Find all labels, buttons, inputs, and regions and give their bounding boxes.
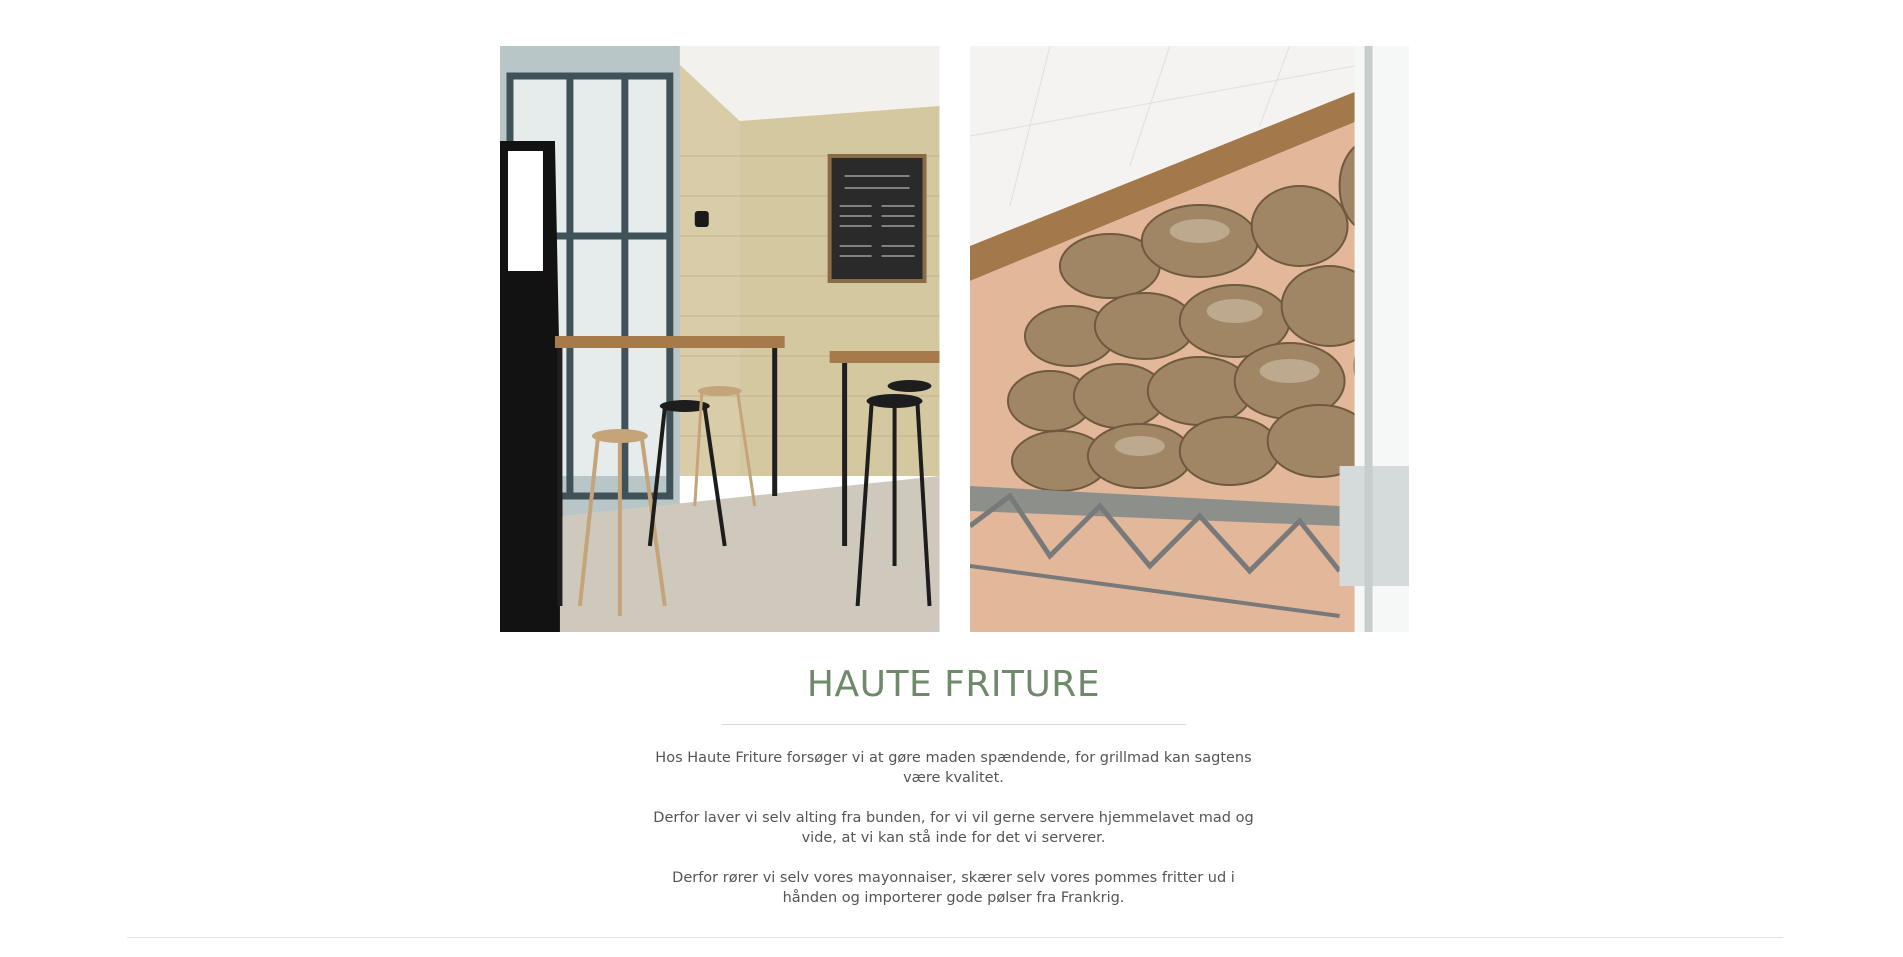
cafe-interior-image [500, 46, 940, 632]
ingredients-paragraph: Derfor rører vi selv vores mayonnaiser, … [672, 870, 1235, 906]
title-divider [721, 724, 1186, 725]
bread-loaves-photo [969, 46, 1409, 632]
cafe-interior-photo [500, 46, 940, 632]
photo-gallery [500, 46, 1409, 632]
bread-loaves-image [969, 46, 1409, 632]
footer-divider [127, 937, 1783, 938]
section-title: HAUTE FRITURE [806, 664, 1101, 705]
about-section: HAUTE FRITURE Hos Haute Friture forsøger… [651, 660, 1256, 928]
intro-paragraph: Hos Haute Friture forsøger vi at gøre ma… [655, 750, 1252, 786]
page: HAUTE FRITURE Hos Haute Friture forsøger… [0, 0, 1903, 957]
homemade-paragraph: Derfor laver vi selv alting fra bunden, … [653, 810, 1254, 846]
